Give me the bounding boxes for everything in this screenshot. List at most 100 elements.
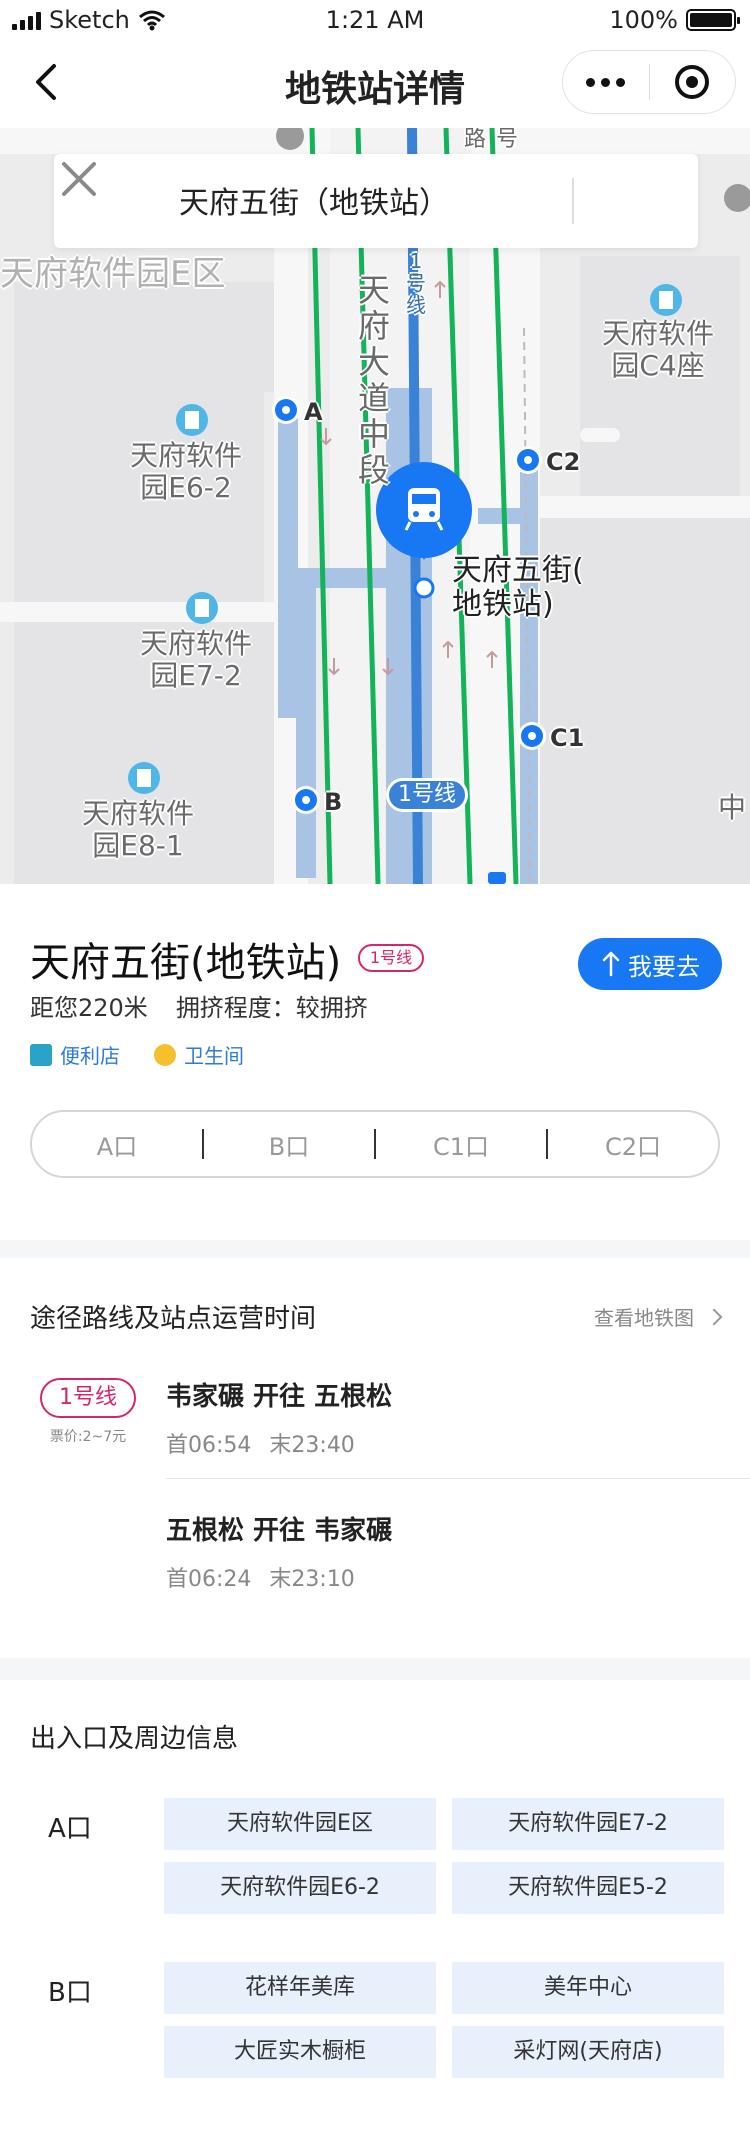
view-metro-map-link[interactable]: 查看地铁图: [594, 1302, 723, 1331]
exits-card: 出入口及周边信息 A口 天府软件园E区 天府软件园E7-2 天府软件园E6-2 …: [0, 1680, 750, 2129]
map-label-road-top-c2: 号: [496, 128, 519, 152]
facility-toilet-label: 卫生间: [184, 1044, 244, 1068]
status-right: 100%: [609, 6, 740, 34]
map-label-station-line2: 地铁站): [452, 587, 554, 622]
exit-group-label: A口: [48, 1814, 92, 1844]
poi-chip[interactable]: 天府软件园E5-2: [452, 1862, 724, 1914]
poi-chip[interactable]: 采灯网(天府店): [452, 2026, 724, 2078]
navigate-arrow-icon: [602, 951, 620, 977]
exit-marker-c1[interactable]: [518, 722, 546, 750]
store-icon: [30, 1043, 52, 1066]
map-label-station-line1: 天府五街(: [452, 553, 584, 588]
poi-marker-e6[interactable]: [176, 404, 208, 436]
map-exit-c2-label: C2: [546, 448, 581, 476]
poi-marker-e8[interactable]: [128, 762, 160, 794]
map-label-e6-line2: 园E6-2: [140, 471, 232, 504]
status-bar: Sketch 1:21 AM 100%: [0, 0, 750, 40]
poi-chip[interactable]: 天府软件园E6-2: [164, 1862, 436, 1914]
close-icon[interactable]: [54, 154, 104, 204]
battery-icon: [686, 9, 740, 31]
map-label-avenue-c1: 天: [357, 271, 390, 309]
station-distance: 距您220米: [30, 994, 148, 1022]
direction-item: 韦家碾 开往 五根松 首06:54 末23:40: [166, 1376, 392, 1459]
map-label-line-c2: 号: [406, 271, 426, 295]
map-label-avenue-c2: 府: [357, 307, 390, 345]
map-label-park-e: 天府软件园E区: [0, 254, 226, 294]
last-train-time: 末23:40: [269, 1433, 355, 1458]
map-label-avenue-c4: 道: [357, 379, 390, 417]
station-crowd: 拥挤程度：较拥挤: [175, 994, 368, 1022]
facility-toilet[interactable]: 卫生间: [154, 1040, 244, 1069]
poi-chip[interactable]: 花样年美库: [164, 1962, 436, 2014]
exit-marker-b[interactable]: [292, 786, 320, 814]
tab-exit-c2[interactable]: C2口: [548, 1127, 718, 1162]
map-label-e6-line1: 天府软件: [130, 439, 243, 472]
close-miniprogram-icon[interactable]: [650, 51, 736, 113]
map-label-c4-line2: 园C4座: [611, 349, 705, 382]
poi-chip[interactable]: 天府软件园E7-2: [452, 1798, 724, 1850]
map-label-e7: 天府软件 园E7-2: [140, 628, 252, 692]
map-line-tag: 1号线: [386, 778, 468, 812]
direction-divider: [166, 1478, 750, 1479]
map-label-road-top-c1: 路: [464, 128, 487, 152]
map-search-divider: [572, 178, 574, 224]
map-label-edge-right: 中: [718, 791, 747, 824]
exit-marker-c2[interactable]: [514, 446, 542, 474]
station-line-badge: 1号线: [358, 944, 424, 972]
map-search-bar[interactable]: 天府五街（地铁站）: [54, 154, 698, 248]
facility-store[interactable]: 便利店: [30, 1040, 120, 1069]
map-label-e8-line1: 天府软件: [82, 797, 195, 830]
routes-card: 途径路线及站点运营时间 查看地铁图 1号线 票价:2~7元 韦家碾 开往 五根松…: [0, 1258, 750, 1658]
poi-marker-e7[interactable]: [186, 592, 218, 624]
toilet-icon: [154, 1043, 176, 1066]
map-label-e7-line1: 天府软件: [140, 627, 253, 660]
poi-chip[interactable]: 大匠实木橱柜: [164, 2026, 436, 2078]
chevron-right-icon: [705, 1308, 723, 1325]
exit-group-label: B口: [48, 1978, 92, 2008]
routes-title: 途径路线及站点运营时间: [30, 1304, 317, 1334]
station-name: 天府五街(地铁站): [30, 940, 342, 986]
map-exit-c1-label: C1: [550, 724, 585, 752]
nav-bar: 地铁站详情: [0, 40, 750, 128]
map-view[interactable]: 天府软件园E区 天府软件 园C4座 天府软件 园E6-2 天府软件 园E7-2 …: [0, 128, 750, 884]
map-label-e7-line2: 园E7-2: [150, 659, 242, 692]
tab-exit-c1[interactable]: C1口: [376, 1127, 546, 1162]
direction-times: 首06:54 末23:40: [166, 1427, 392, 1459]
poi-marker-c4[interactable]: [650, 284, 682, 316]
map-label-c4: 天府软件 园C4座: [602, 318, 714, 382]
facility-store-label: 便利店: [60, 1044, 120, 1068]
first-train-time: 首06:24: [166, 1567, 252, 1592]
map-label-avenue: 天 府 大 道 中 段: [356, 272, 392, 488]
direction-item: 五根松 开往 韦家碾 首06:24 末23:10: [166, 1510, 392, 1593]
poi-chip[interactable]: 美年中心: [452, 1962, 724, 2014]
more-dots-icon[interactable]: [563, 51, 649, 113]
map-label-line-c3: 线: [406, 293, 426, 317]
map-label-line-vertical: 1 号 线: [404, 250, 428, 316]
map-label-line-c1: 1: [409, 249, 423, 273]
view-metro-map-label: 查看地铁图: [594, 1306, 694, 1330]
navigate-button[interactable]: 我要去: [578, 938, 722, 990]
map-exit-a-label: A: [304, 398, 323, 426]
exit-marker-a[interactable]: [272, 396, 300, 424]
direction-title: 韦家碾 开往 五根松: [166, 1382, 393, 1412]
tab-exit-b[interactable]: B口: [204, 1127, 374, 1162]
map-label-e6: 天府软件 园E6-2: [130, 440, 242, 504]
map-exit-b-label: B: [324, 788, 343, 816]
direction-title: 五根松 开往 韦家碾: [166, 1516, 393, 1546]
poi-chip[interactable]: 天府软件园E区: [164, 1798, 436, 1850]
navigate-button-label: 我要去: [628, 952, 700, 981]
route-fare: 票价:2~7元: [49, 1429, 127, 1445]
exits-title: 出入口及周边信息: [30, 1724, 239, 1754]
map-label-c4-line1: 天府软件: [602, 317, 715, 350]
first-train-time: 首06:54: [166, 1433, 252, 1458]
map-search-text: 天府五街（地铁站）: [179, 186, 449, 221]
map-label-avenue-c3: 大: [357, 343, 390, 381]
facility-list: 便利店 卫生间: [30, 1040, 244, 1069]
tab-exit-a[interactable]: A口: [32, 1127, 202, 1162]
map-label-avenue-c6: 段: [357, 451, 390, 489]
map-label-station: 天府五街( 地铁站): [452, 554, 584, 622]
map-label-road-top: 路 号: [464, 128, 518, 152]
map-label-e8-line2: 园E8-1: [92, 829, 184, 862]
battery-percent: 100%: [609, 6, 678, 34]
station-info-card: 天府五街(地铁站) 1号线 我要去 距您220米 拥挤程度：较拥挤 便利店 卫生…: [0, 884, 750, 1240]
